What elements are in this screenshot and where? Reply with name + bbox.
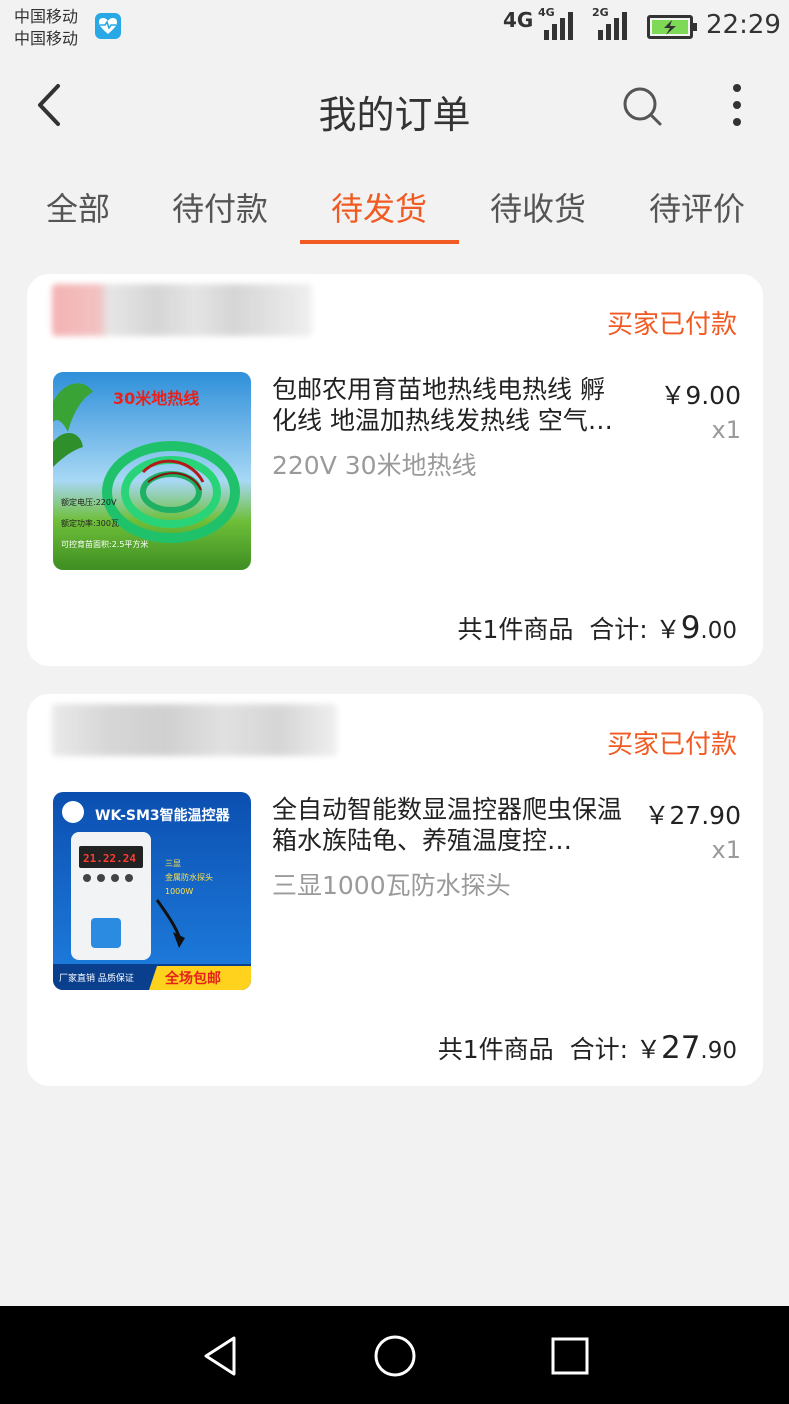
order-summary: 共1件商品 合计: ￥9.00 [457,610,737,646]
product-price: ￥9.00 [660,381,741,410]
shop-name-blurred[interactable] [52,704,337,756]
nav-back-icon[interactable] [198,1332,246,1380]
carrier-1: 中国移动 [14,7,79,26]
item-count: 共1件商品 [457,615,574,644]
product-quantity: x1 [711,416,741,444]
order-summary: 共1件商品 合计: ￥27.90 [438,1030,737,1066]
thumb-spec-1: 额定电压:220V [61,497,117,507]
status-bar: 中国移动 中国移动 4G 4G 2G 22:29 [0,0,789,56]
more-vertical-icon[interactable] [722,82,752,128]
network-type: 4G [503,8,534,32]
tab-all[interactable]: 全部 [0,184,158,230]
battery-charging-icon [647,15,697,39]
app-header: 我的订单 [0,56,789,156]
total-decimal: .00 [700,618,737,644]
total-label: 合计: [569,1035,628,1064]
thumb-side-1: 三显 [165,859,181,868]
product-spec: 三显1000瓦防水探头 [272,871,511,900]
total-decimal: .90 [700,1038,737,1064]
tab-pending-shipment[interactable]: 待发货 [299,184,459,230]
thumb-footer-right: 全场包邮 [164,970,221,987]
thumb-spec-2: 额定功率:300瓦 [61,518,119,528]
carrier-info: 中国移动 中国移动 [14,6,78,50]
product-quantity: x1 [711,836,741,864]
product-price: ￥27.90 [644,801,741,830]
order-status: 买家已付款 [606,310,737,340]
product-spec: 220V 30米地热线 [272,451,477,480]
thumb-spec-3: 可控育苗面积:2.5平方米 [61,539,148,549]
total-integer: 27 [660,1030,701,1066]
nav-home-icon[interactable] [371,1332,419,1380]
product-title[interactable]: 全自动智能数显温控器爬虫保温箱水族陆龟、养殖温度控… [272,794,624,856]
thumb-banner: 30米地热线 [113,389,199,408]
tab-pending-receipt[interactable]: 待收货 [458,184,618,230]
thumb-footer-left: 厂家直销 品质保证 [59,972,134,984]
shop-name-blurred[interactable] [52,284,312,336]
product-thumbnail[interactable]: WK-SM3智能温控器 21.22.24 三显 金属防水探头 1000W 厂家直… [53,792,251,990]
nav-recent-icon[interactable] [546,1332,594,1380]
item-count: 共1件商品 [437,1035,554,1064]
total-label: 合计: [589,615,648,644]
thumb-display: 21.22.24 [83,852,136,865]
page-title: 我的订单 [318,93,471,137]
product-title[interactable]: 包邮农用育苗地热线电热线 孵化线 地温加热线发热线 空气… [272,374,624,436]
tab-pending-payment[interactable]: 待付款 [140,184,300,230]
active-tab-indicator [300,240,459,244]
thumb-banner: WK-SM3智能温控器 [95,807,231,824]
thumb-side-3: 1000W [165,887,193,896]
order-status: 买家已付款 [606,730,737,760]
order-card[interactable]: 买家已付款 30米地热线 额定电压:220V 额定功率:300瓦 可控育苗面积:… [27,274,763,666]
product-thumbnail[interactable]: 30米地热线 额定电压:220V 额定功率:300瓦 可控育苗面积:2.5平方米 [53,372,251,570]
thumb-side-2: 金属防水探头 [165,872,213,882]
search-icon[interactable] [620,84,664,128]
total-integer: 9 [680,610,701,646]
system-nav-bar [0,1306,789,1404]
total-currency: ￥ [655,615,681,644]
order-card[interactable]: 买家已付款 WK-SM3智能温控器 21.22.24 三显 金属防水探头 100… [27,694,763,1086]
total-currency: ￥ [635,1035,661,1064]
health-app-icon [95,13,121,39]
order-tabs: 全部 待付款 待发货 待收货 待评价 [0,172,789,248]
carrier-2: 中国移动 [14,29,79,48]
tab-pending-review[interactable]: 待评价 [617,184,777,230]
clock: 22:29 [706,10,781,40]
